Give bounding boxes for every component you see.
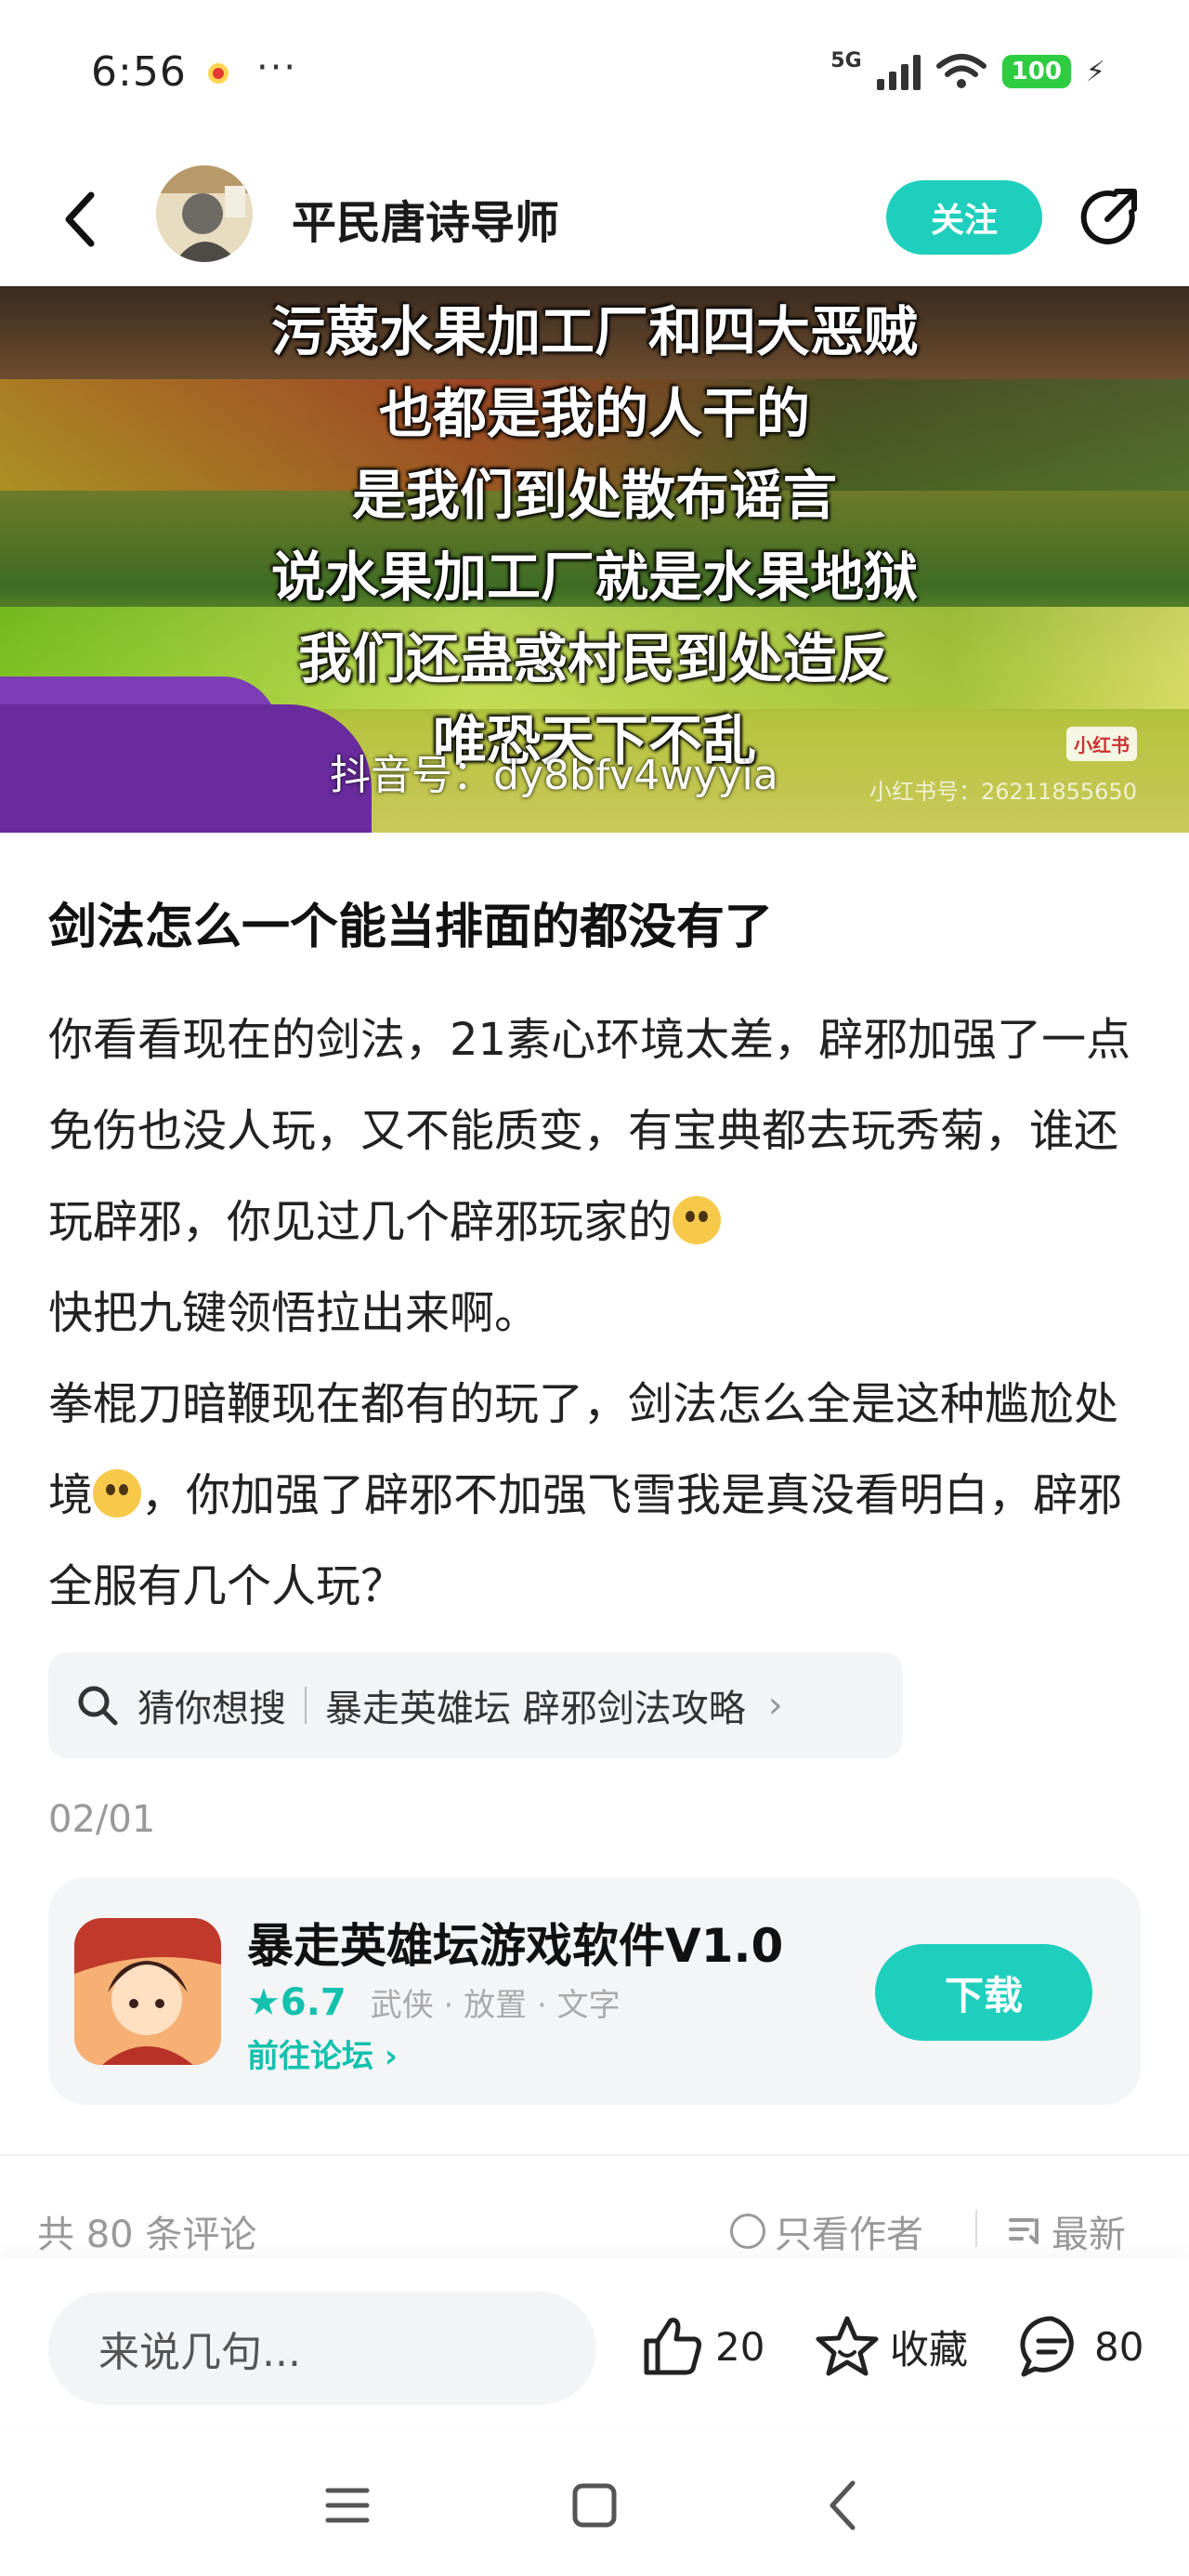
avatar[interactable] bbox=[156, 165, 253, 262]
chevron-left-icon bbox=[65, 191, 95, 247]
app-icon-image bbox=[74, 1918, 221, 2065]
post-header: 平民唐诗导师 关注 bbox=[0, 149, 1189, 288]
tiktok-watermark: 抖音号：dy8bfv4wyyia bbox=[330, 752, 778, 799]
divider bbox=[975, 2210, 977, 2247]
post-image[interactable]: 污蔑水果加工厂和四大恶贼 也都是我的人干的 是我们到处散布谣言 说水果加工厂就是… bbox=[0, 286, 1189, 833]
square-icon bbox=[572, 2483, 617, 2528]
status-indicators: 5G 100 ⚡ bbox=[830, 48, 1105, 95]
comment-input[interactable]: 来说几句... bbox=[48, 2292, 596, 2405]
app-rating: ★6.7 bbox=[247, 1981, 346, 2024]
comments-count: 共 80 条评论 bbox=[37, 2214, 257, 2256]
sort-icon bbox=[1009, 2218, 1039, 2244]
search-suggestion[interactable]: 猜你想搜 暴走英雄坛 辟邪剑法攻略 › bbox=[48, 1652, 903, 1758]
battery-icon: 100 bbox=[1001, 55, 1071, 88]
subtitle-line: 也都是我的人干的 bbox=[378, 382, 810, 445]
status-bar: 6:56 ··· 5G 100 ⚡ bbox=[0, 0, 1189, 149]
radio-icon bbox=[730, 2214, 765, 2249]
divider bbox=[305, 1687, 307, 1724]
search-suggestion-label: 猜你想搜 bbox=[137, 1688, 286, 1730]
thumbs-up-icon bbox=[644, 2318, 701, 2375]
chevron-right-icon: › bbox=[373, 2038, 398, 2075]
chevron-right-icon: › bbox=[767, 1684, 783, 1727]
system-nav-bar bbox=[0, 2435, 1189, 2576]
favorite-label: 收藏 bbox=[890, 2326, 969, 2372]
only-author-label: 只看作者 bbox=[775, 2214, 923, 2256]
search-icon bbox=[78, 1686, 118, 1726]
subtitle-line: 说水果加工厂就是水果地狱 bbox=[270, 545, 918, 609]
bottom-action-bar: 来说几句... 20 收藏 80 bbox=[0, 2258, 1189, 2425]
star-outline-icon bbox=[816, 2316, 879, 2376]
comment-button[interactable]: 80 bbox=[1018, 2305, 1143, 2388]
dizzy-face-emoji-icon bbox=[673, 1196, 722, 1244]
post-text: 你看看现在的剑法，21素心环境太差，辟邪加强了一点免伤也没人玩，又不能质变，有宝… bbox=[48, 1014, 1131, 1248]
status-time: 6:56 bbox=[91, 48, 187, 96]
sort-label: 最新 bbox=[1052, 2214, 1126, 2256]
post-paragraph: 你看看现在的剑法，21素心环境太差，辟邪加强了一点免伤也没人玩，又不能质变，有宝… bbox=[48, 994, 1154, 1359]
wifi-icon bbox=[935, 54, 986, 88]
post-text: ，你加强了辟邪不加强飞雪我是真没看明白，辟邪全服有几个人玩？ bbox=[48, 1469, 1123, 1612]
comment-bubble-icon bbox=[1020, 2316, 1074, 2377]
download-button[interactable]: 下载 bbox=[875, 1944, 1092, 2041]
post-title: 剑法怎么一个能当排面的都没有了 bbox=[48, 900, 774, 955]
chevron-left-icon bbox=[830, 2480, 856, 2530]
forum-link-label: 前往论坛 bbox=[247, 2038, 373, 2075]
subtitle-line: 我们还蛊惑村民到处造反 bbox=[297, 627, 891, 690]
post-paragraph: 拳棍刀暗鞭现在都有的玩了，剑法怎么全是这种尴尬处境 ，你加强了辟邪不加强飞雪我是真… bbox=[48, 1359, 1154, 1632]
share-icon bbox=[1080, 189, 1137, 244]
like-count: 20 bbox=[715, 2323, 765, 2370]
more-notifications-icon: ··· bbox=[256, 46, 298, 89]
home-button[interactable] bbox=[557, 2468, 632, 2543]
follow-button[interactable]: 关注 bbox=[886, 180, 1042, 255]
divider bbox=[0, 2154, 1189, 2156]
app-meta: ★6.7 武侠 · 放置 · 文字 bbox=[247, 1979, 621, 2025]
comment-count: 80 bbox=[1094, 2323, 1144, 2370]
recent-apps-button[interactable] bbox=[310, 2468, 385, 2543]
post-text: 快把九键领悟拉出来啊。 bbox=[48, 1287, 540, 1339]
like-button[interactable]: 20 bbox=[639, 2305, 764, 2388]
app-icon bbox=[74, 1918, 221, 2065]
share-button[interactable] bbox=[1076, 184, 1143, 251]
system-back-button[interactable] bbox=[804, 2468, 879, 2543]
favorite-button[interactable]: 收藏 bbox=[814, 2305, 968, 2388]
network-type: 5G bbox=[830, 48, 862, 72]
signal-icon bbox=[876, 53, 921, 90]
app-name: 暴走英雄坛游戏软件V1.0 bbox=[247, 1919, 784, 1973]
sort-button[interactable]: 最新 bbox=[1009, 2204, 1126, 2258]
avatar-image bbox=[156, 165, 253, 262]
app-rating-value: 6.7 bbox=[280, 1980, 346, 2024]
star-icon: ★ bbox=[247, 1980, 281, 2024]
notification-icon bbox=[208, 63, 229, 84]
search-suggestion-query: 暴走英雄坛 辟邪剑法攻略 bbox=[325, 1688, 746, 1730]
xiaohongshu-logo: 小红书 bbox=[1066, 727, 1137, 761]
forum-link[interactable]: 前往论坛 › bbox=[247, 2031, 398, 2076]
post-body: 你看看现在的剑法，21素心环境太差，辟邪加强了一点免伤也没人玩，又不能质变，有宝… bbox=[48, 994, 1154, 1632]
only-author-toggle[interactable]: 只看作者 bbox=[730, 2204, 923, 2258]
charging-icon: ⚡ bbox=[1085, 55, 1105, 88]
xiaohongshu-watermark: 小红书号：26211855650 bbox=[869, 779, 1137, 805]
app-card[interactable]: 暴走英雄坛游戏软件V1.0 ★6.7 武侠 · 放置 · 文字 前往论坛 › 下… bbox=[48, 1877, 1141, 2105]
post-date: 02/01 bbox=[48, 1798, 156, 1841]
author-name[interactable]: 平民唐诗导师 bbox=[292, 186, 559, 251]
subtitle-line: 是我们到处散布谣言 bbox=[351, 464, 837, 527]
back-button[interactable] bbox=[52, 182, 108, 256]
app-tags: 武侠 · 放置 · 文字 bbox=[370, 1987, 621, 2024]
awkward-face-emoji-icon bbox=[93, 1469, 142, 1518]
comments-header: 共 80 条评论 只看作者 最新 bbox=[0, 2193, 1189, 2267]
subtitle-line: 污蔑水果加工厂和四大恶贼 bbox=[270, 300, 918, 363]
menu-icon bbox=[325, 2488, 370, 2523]
